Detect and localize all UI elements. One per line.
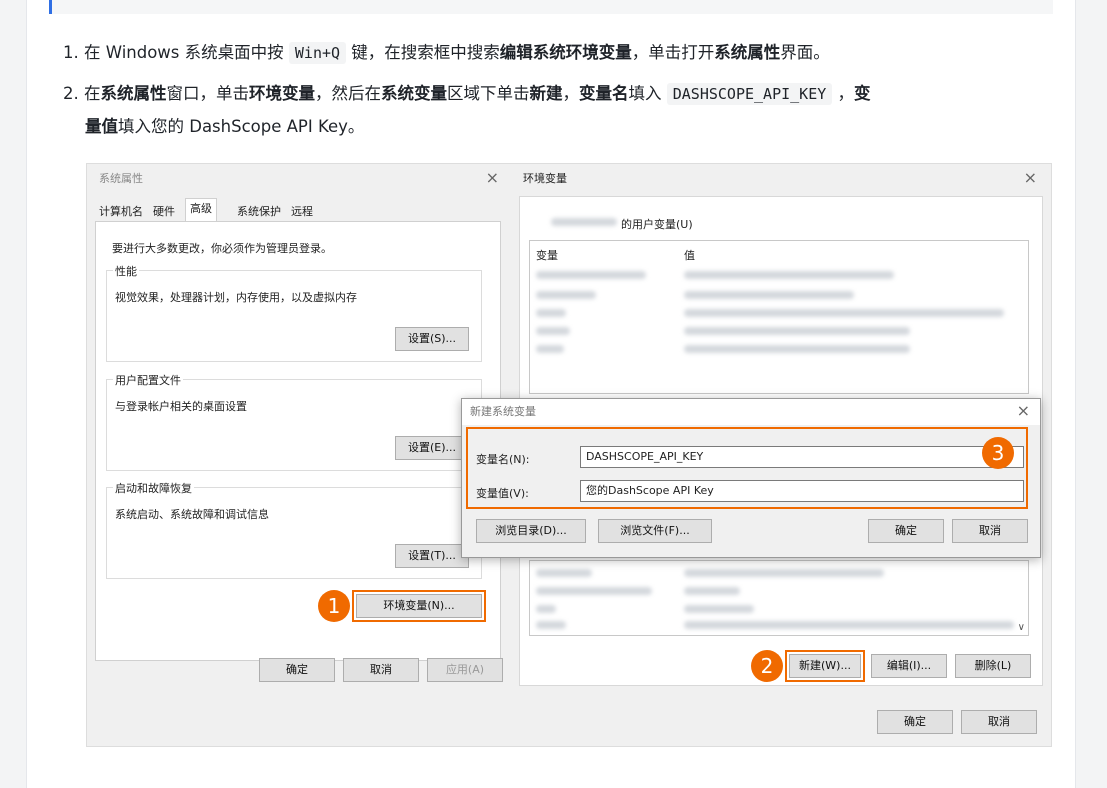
browse-file-button[interactable]: 浏览文件(F)...: [598, 519, 712, 543]
admin-note: 要进行大多数更改，你必须作为管理员登录。: [112, 242, 332, 255]
username-blur: [551, 218, 617, 226]
close-icon[interactable]: ×: [486, 170, 499, 186]
new-system-var-dialog: 新建系统变量 × 变量名(N): DASHSCOPE_API_KEY 变量值(V…: [461, 398, 1041, 558]
env-cancel-button[interactable]: 取消: [961, 710, 1037, 734]
step-1: 1. 在 Windows 系统桌面中按 Win+Q 键，在搜索框中搜索编辑系统环…: [63, 42, 830, 64]
browse-dir-button[interactable]: 浏览目录(D)...: [476, 519, 586, 543]
user-vars-label: 的用户变量(U): [621, 218, 693, 231]
startup-settings-button[interactable]: 设置(T)...: [395, 544, 469, 568]
doc-page: 1. 在 Windows 系统桌面中按 Win+Q 键，在搜索框中搜索编辑系统环…: [26, 0, 1076, 788]
var-name-input[interactable]: DASHSCOPE_API_KEY: [580, 446, 1024, 468]
sysprops-apply-button[interactable]: 应用(A): [427, 658, 503, 682]
tab-computer-name[interactable]: 计算机名: [95, 202, 147, 222]
close-icon[interactable]: ×: [1024, 170, 1037, 186]
step-2: 2. 在系统属性窗口，单击环境变量，然后在系统变量区域下单击新建，变量名填入 D…: [63, 83, 871, 105]
system-vars-list[interactable]: ∨: [529, 560, 1029, 636]
scroll-down-icon[interactable]: ∨: [1018, 622, 1025, 633]
var-value-input[interactable]: 您的DashScope API Key: [580, 480, 1024, 502]
user-vars-list[interactable]: 变量 值: [529, 240, 1029, 394]
profile-group: 用户配置文件 与登录帐户相关的桌面设置 设置(E)...: [106, 372, 482, 471]
name-label: 变量名(N):: [476, 453, 530, 466]
tab-system-protection[interactable]: 系统保护: [233, 202, 285, 222]
value-label: 变量值(V):: [476, 487, 529, 500]
profile-settings-button[interactable]: 设置(E)...: [395, 436, 469, 460]
highlight-new-var: [785, 650, 865, 682]
col-var: 变量: [536, 249, 558, 262]
newvar-ok-button[interactable]: 确定: [868, 519, 944, 543]
edit-var-button[interactable]: 编辑(I)...: [871, 654, 947, 678]
env-title: 环境变量: [523, 172, 567, 185]
badge-2: 2: [751, 650, 783, 682]
badge-3: 3: [982, 437, 1014, 469]
step-2-cont: 量值填入您的 DashScope API Key。: [85, 117, 365, 136]
sysprops-ok-button[interactable]: 确定: [259, 658, 335, 682]
newvar-title: 新建系统变量: [462, 399, 1040, 425]
close-icon[interactable]: ×: [1017, 403, 1030, 419]
badge-1: 1: [318, 590, 350, 622]
tab-remote[interactable]: 远程: [287, 202, 317, 222]
hotkey-code: Win+Q: [288, 42, 347, 64]
delete-var-button[interactable]: 删除(L): [955, 654, 1031, 678]
tab-hardware[interactable]: 硬件: [149, 202, 179, 222]
env-ok-button[interactable]: 确定: [877, 710, 953, 734]
perf-group: 性能 视觉效果，处理器计划，内存使用，以及虚拟内存 设置(S)...: [106, 263, 482, 362]
highlight-env-vars: [352, 590, 486, 622]
screenshot-figure: 系统属性 × 计算机名 硬件 高级 系统保护 远程 要进行大多数更改，你必须作为…: [87, 164, 1051, 746]
env-key-code: DASHSCOPE_API_KEY: [666, 83, 833, 105]
sysprops-cancel-button[interactable]: 取消: [343, 658, 419, 682]
startup-group: 启动和故障恢复 系统启动、系统故障和调试信息 设置(T)...: [106, 480, 482, 579]
newvar-cancel-button[interactable]: 取消: [952, 519, 1028, 543]
col-val: 值: [684, 249, 695, 262]
tab-advanced[interactable]: 高级: [185, 198, 217, 222]
sysprops-title: 系统属性: [99, 172, 143, 185]
advanced-panel: 要进行大多数更改，你必须作为管理员登录。 性能 视觉效果，处理器计划，内存使用，…: [95, 221, 501, 661]
system-properties-window: 系统属性 × 计算机名 硬件 高级 系统保护 远程 要进行大多数更改，你必须作为…: [91, 166, 509, 688]
note-block: [49, 0, 1053, 14]
perf-settings-button[interactable]: 设置(S)...: [395, 327, 469, 351]
